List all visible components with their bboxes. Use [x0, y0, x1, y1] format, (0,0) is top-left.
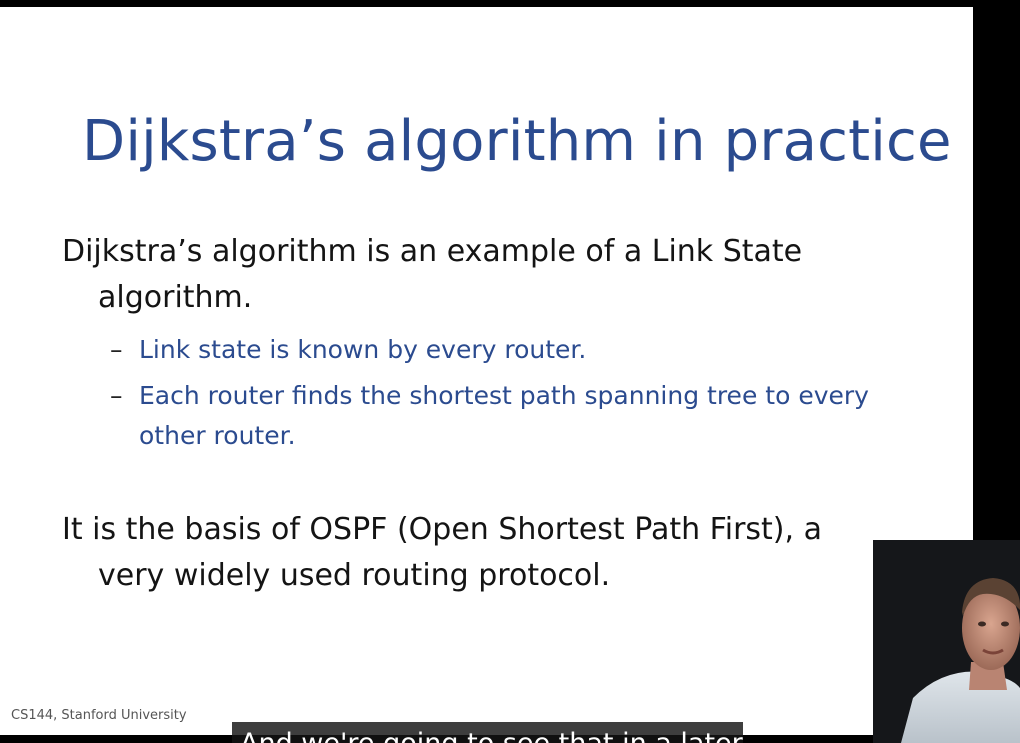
sub-bullet-link-state-known: – Link state is known by every router. — [110, 330, 869, 370]
subtitle-caption-bar: And we're going to see that in a later — [232, 722, 743, 743]
slide-title: Dijkstra’s algorithm in practice — [82, 109, 952, 174]
video-player-viewport[interactable]: Dijkstra’s algorithm in practice Dijkstr… — [0, 0, 1020, 743]
presenter-video-frame — [873, 540, 1020, 743]
presenter-webcam — [873, 540, 1020, 743]
lecture-slide: Dijkstra’s algorithm in practice Dijkstr… — [0, 7, 973, 735]
sub-bullet-shortest-path-tree: – Each router finds the shortest path sp… — [110, 376, 869, 456]
slide-bullet-link-state: Dijkstra’s algorithm is an example of a … — [62, 234, 803, 315]
sub-bullet-marker: – — [110, 381, 123, 410]
slide-footer: CS144, Stanford University — [11, 708, 187, 723]
slide-bullet-ospf: It is the basis of OSPF (Open Shortest P… — [62, 512, 822, 593]
sub-bullet-text: Link state is known by every router. — [139, 335, 587, 364]
sub-bullet-marker: – — [110, 335, 123, 364]
subtitle-caption-text: And we're going to see that in a later — [240, 728, 743, 743]
sub-bullet-text: Each router finds the shortest path span… — [139, 381, 869, 450]
